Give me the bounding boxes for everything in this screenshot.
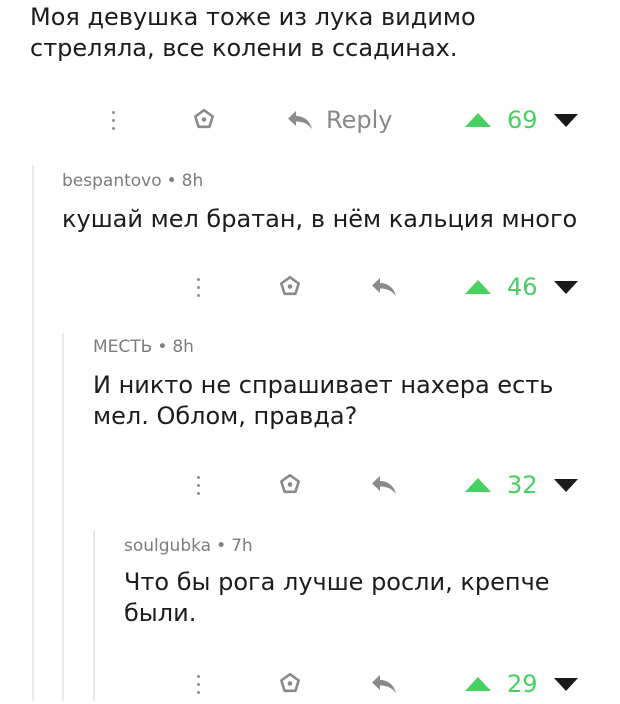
comment-age: 8h (172, 337, 194, 357)
reply-button[interactable] (370, 267, 398, 307)
reply-arrow-icon (288, 111, 312, 129)
more-options-button[interactable] (193, 267, 203, 307)
comment-meta: МЕСТЬ • 8h (93, 337, 194, 357)
give-award-button[interactable] (278, 267, 302, 307)
give-award-button[interactable] (192, 100, 216, 140)
vote-score: 46 (507, 273, 538, 301)
give-award-button[interactable] (278, 664, 302, 704)
reply-button[interactable] (370, 465, 398, 505)
meta-separator: • (157, 337, 168, 357)
comment-actions: Reply 69 (0, 100, 620, 140)
thread-line-level-1[interactable] (32, 165, 34, 701)
award-icon (280, 473, 300, 494)
upvote-icon[interactable] (465, 280, 491, 294)
downvote-icon[interactable] (553, 478, 578, 492)
reply-arrow-icon (372, 278, 396, 296)
reply-arrow-icon (372, 675, 396, 693)
vote-score: 69 (507, 106, 538, 134)
comment-meta: bespantovo • 8h (62, 171, 203, 191)
comment-actions: 29 (0, 664, 620, 704)
downvote-icon[interactable] (553, 677, 578, 691)
reply-arrow-icon (372, 476, 396, 494)
award-icon (280, 672, 300, 693)
vote-score: 32 (507, 471, 538, 499)
reply-label: Reply (326, 106, 393, 134)
comment-text: Моя девушка тоже из лука видимо стреляла… (30, 3, 476, 62)
comment-meta: soulgubka • 7h (124, 536, 253, 556)
meta-separator: • (216, 536, 227, 556)
author-name[interactable]: bespantovo (62, 171, 162, 191)
more-vertical-icon (193, 475, 203, 495)
more-options-button[interactable] (108, 100, 118, 140)
upvote-icon[interactable] (465, 478, 491, 492)
comment-actions: 32 (0, 465, 620, 505)
vote-controls: 46 (465, 267, 578, 307)
vote-controls: 29 (465, 664, 578, 704)
comment-age: 7h (231, 536, 253, 556)
more-vertical-icon (193, 674, 203, 694)
more-vertical-icon (108, 110, 118, 130)
downvote-icon[interactable] (553, 113, 578, 127)
reply-button[interactable]: Reply (286, 100, 392, 140)
meta-separator: • (166, 171, 177, 191)
comment-text: И никто не спрашивает нахера есть мел. О… (93, 371, 554, 430)
more-options-button[interactable] (193, 465, 203, 505)
comment-text: кушай мел братан, в нём кальция много (62, 205, 578, 233)
thread-line-level-2[interactable] (62, 333, 64, 701)
comment-age: 8h (181, 171, 204, 191)
upvote-icon[interactable] (465, 677, 491, 691)
reply-button[interactable] (370, 664, 398, 704)
author-name[interactable]: МЕСТЬ (93, 337, 152, 357)
more-options-button[interactable] (193, 664, 203, 704)
upvote-icon[interactable] (465, 113, 491, 127)
vote-controls: 32 (465, 465, 578, 505)
more-vertical-icon (193, 277, 203, 297)
award-icon (194, 108, 214, 129)
give-award-button[interactable] (278, 465, 302, 505)
vote-controls: 69 (465, 100, 578, 140)
comment-actions: 46 (0, 267, 620, 307)
author-name[interactable]: soulgubka (124, 536, 211, 556)
downvote-icon[interactable] (553, 280, 578, 294)
vote-score: 29 (507, 670, 538, 698)
comment-text: Что бы рога лучше росли, крепче были. (124, 568, 550, 627)
award-icon (280, 275, 300, 296)
